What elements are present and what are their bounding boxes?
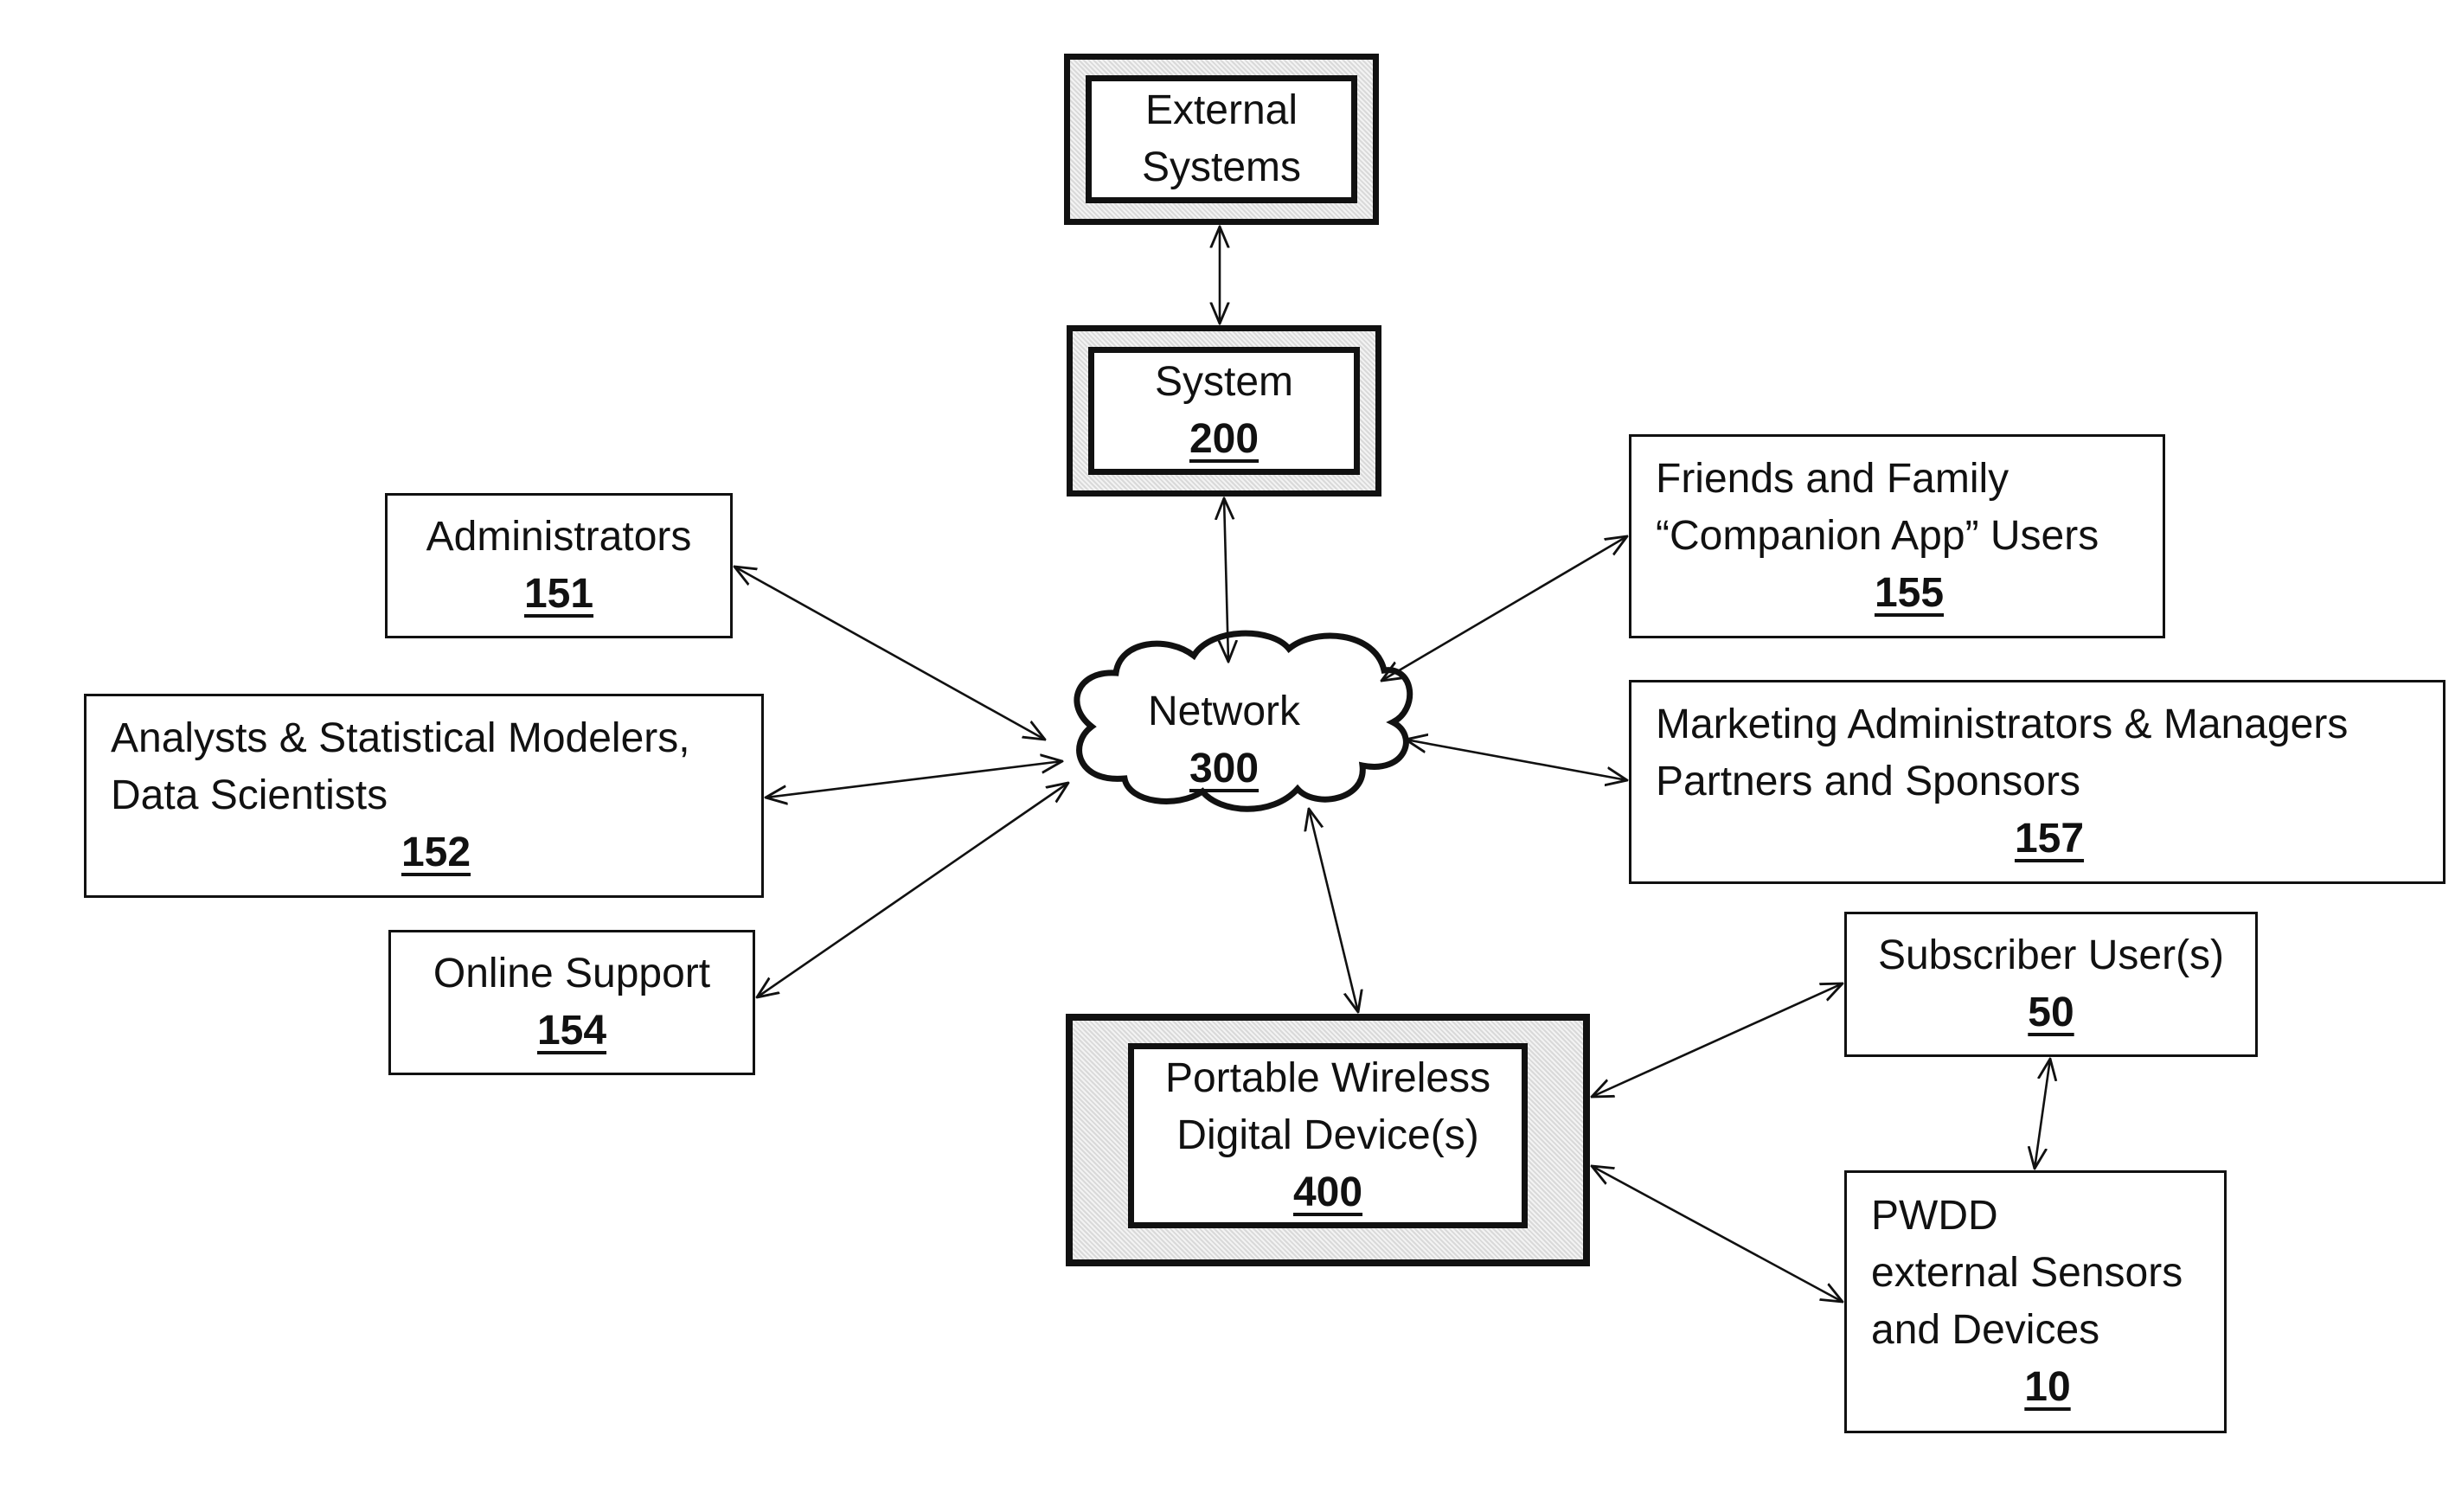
system-label: System	[1154, 359, 1294, 405]
marketing-ref-number: 157	[2014, 816, 2085, 862]
connector-administrators-to-network	[734, 567, 1045, 740]
analysts-label-line-1: Analysts & Statistical Modelers,	[111, 715, 690, 761]
subscriber-box[interactable]: Subscriber User(s) 50	[1844, 912, 2258, 1057]
online-support-label: Online Support	[433, 951, 711, 996]
network-ref-number: 300	[1189, 746, 1260, 791]
network-label: Network	[1147, 689, 1301, 734]
external-systems-label-line-2: Systems	[1141, 144, 1302, 190]
connector-subscriber-to-sensors	[2035, 1059, 2050, 1169]
connector-network-to-pwdd	[1309, 809, 1358, 1012]
marketing-box[interactable]: Marketing Administrators & Managers Part…	[1629, 680, 2445, 884]
pwdd-box[interactable]: Portable Wireless Digital Device(s) 400	[1066, 1014, 1590, 1266]
connector-pwdd-to-subscriber	[1592, 983, 1843, 1097]
sensors-label-line-2: external Sensors	[1871, 1250, 2183, 1296]
external-systems-box[interactable]: External Systems	[1064, 54, 1379, 225]
subscriber-ref-number: 50	[2028, 990, 2074, 1035]
marketing-label-line-2: Partners and Sponsors	[1656, 759, 2080, 804]
marketing-label-line-1: Marketing Administrators & Managers	[1656, 702, 2349, 747]
system-box[interactable]: System 200	[1067, 325, 1381, 497]
friends-family-label-line-1: Friends and Family	[1656, 456, 2010, 502]
connector-analysts-to-network	[766, 761, 1062, 798]
administrators-label: Administrators	[426, 514, 692, 560]
subscriber-label: Subscriber User(s)	[1877, 932, 2225, 978]
sensors-label-line-1: PWDD	[1871, 1193, 1998, 1239]
external-systems-label-line-1: External	[1144, 87, 1298, 133]
friends-family-label-line-2: “Companion App” Users	[1656, 513, 2099, 559]
network-node[interactable]: Network 300	[1081, 683, 1367, 798]
pwdd-label-line-2: Digital Device(s)	[1176, 1112, 1479, 1158]
analysts-label-line-2: Data Scientists	[111, 772, 388, 818]
pwdd-label-line-1: Portable Wireless	[1164, 1055, 1491, 1101]
friends-family-ref-number: 155	[1874, 570, 1945, 616]
sensors-label-line-3: and Devices	[1871, 1307, 2100, 1353]
friends-family-box[interactable]: Friends and Family “Companion App” Users…	[1629, 434, 2165, 638]
connector-friends-family-to-network	[1381, 536, 1627, 681]
connector-marketing-to-network	[1406, 740, 1627, 780]
sensors-ref-number: 10	[2024, 1364, 2071, 1410]
system-ref-number: 200	[1189, 416, 1260, 462]
administrators-box[interactable]: Administrators 151	[385, 493, 733, 638]
analysts-box[interactable]: Analysts & Statistical Modelers, Data Sc…	[84, 694, 764, 898]
pwdd-ref-number: 400	[1292, 1169, 1363, 1215]
administrators-ref-number: 151	[523, 571, 594, 617]
online-support-ref-number: 154	[536, 1008, 607, 1054]
connector-online-support-to-network	[757, 783, 1068, 997]
sensors-box[interactable]: PWDD external Sensors and Devices 10	[1844, 1170, 2227, 1433]
online-support-box[interactable]: Online Support 154	[388, 930, 755, 1075]
connector-pwdd-to-sensors	[1592, 1166, 1843, 1302]
analysts-ref-number: 152	[401, 830, 471, 875]
